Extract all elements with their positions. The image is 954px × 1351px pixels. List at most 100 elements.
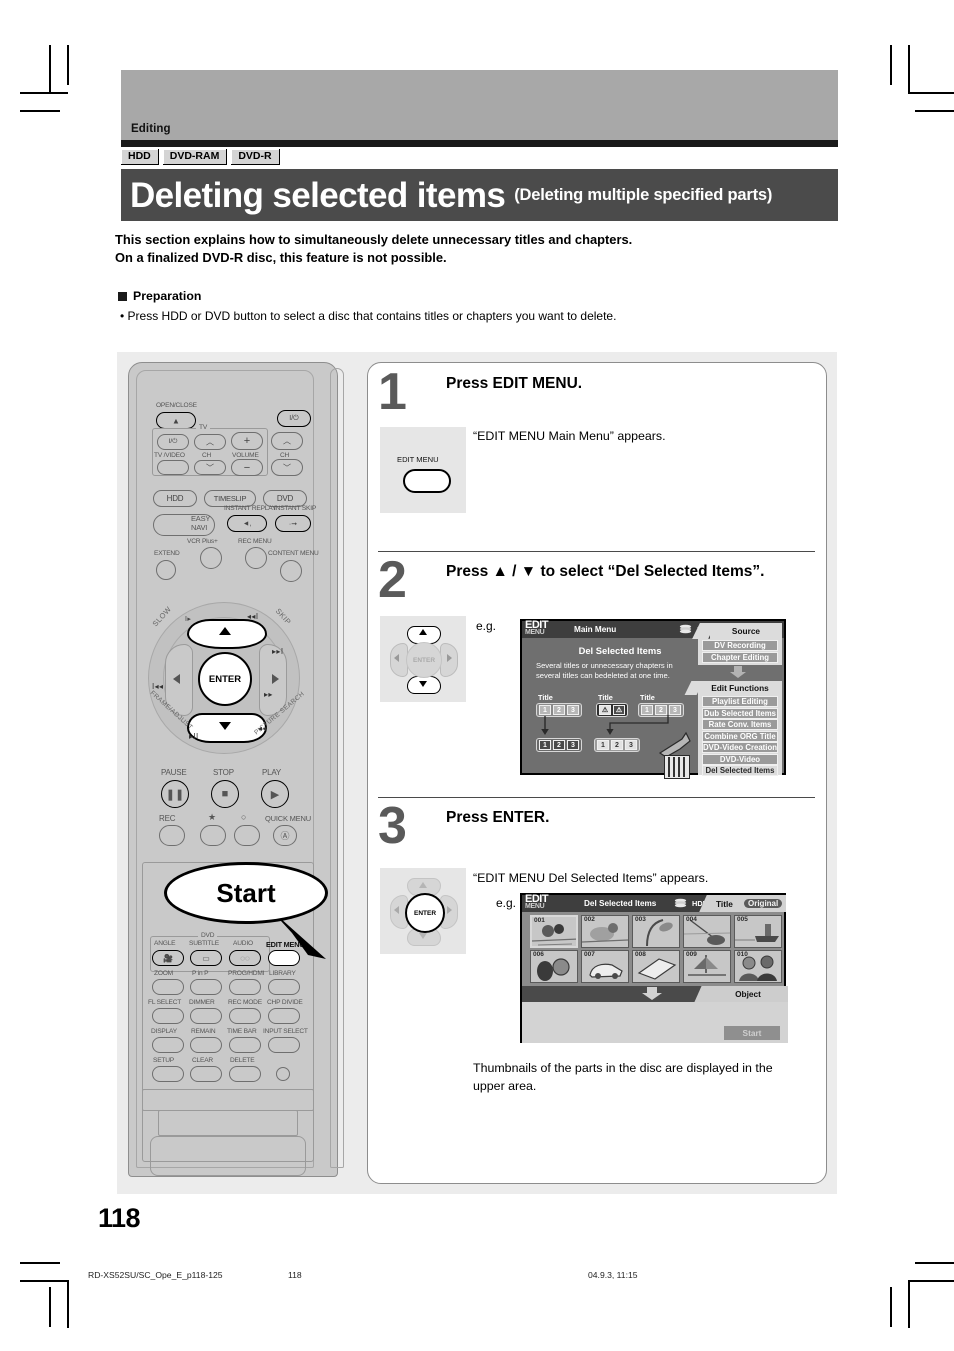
skip-back-icon: ◂◂I [247, 612, 259, 621]
thumbnail-003[interactable]: 003 [632, 915, 680, 948]
thumbnail-number: 008 [635, 951, 646, 958]
delete-button[interactable] [229, 1066, 261, 1082]
power-button[interactable]: I/⏻ [277, 410, 311, 427]
label-ch-left: CH [202, 452, 212, 459]
instant-skip-button[interactable]: ·➞ [275, 515, 311, 532]
osd-function-item-0[interactable]: Playlist Editing [702, 696, 778, 707]
hdd-button-label: HDD [166, 494, 184, 503]
zoom-button[interactable] [152, 979, 184, 995]
vcr-plus-button[interactable] [200, 547, 222, 569]
setup-button[interactable] [152, 1066, 184, 1082]
enter-key[interactable]: ENTER [405, 893, 445, 933]
enter-button[interactable]: ENTER [198, 652, 252, 706]
ch-up-button[interactable]: ︿ [271, 432, 303, 450]
unlabeled-round-button[interactable] [276, 1067, 290, 1081]
thumbnail-008[interactable]: 008 [632, 950, 680, 983]
dpad-mini-2: ENTER [390, 878, 458, 946]
osd-source-item-1[interactable]: Chapter Editing [702, 652, 778, 663]
osd-function-item-1[interactable]: Dub Selected Items [702, 707, 778, 719]
osd-function-item-6-selected[interactable]: Del Selected Items [702, 765, 778, 776]
thumbnail-007[interactable]: 007 [581, 950, 629, 983]
dpad-mini-enter[interactable]: ENTER [406, 642, 442, 678]
clear-button[interactable] [190, 1066, 222, 1082]
thumbnail-number: 007 [584, 951, 595, 958]
time-bar-button[interactable] [229, 1037, 261, 1053]
media-badge-group: HDD DVD-RAM DVD-R [121, 147, 280, 167]
p-in-p-button[interactable] [190, 979, 222, 995]
step-2-title: Press ▲ / ▼ to select “Del Selected Item… [446, 563, 765, 580]
dpad-mini: ENTER [390, 626, 458, 694]
osd-function-item-5[interactable]: DVD-Video Finalizing [702, 753, 778, 773]
open-close-button[interactable]: ▲ [156, 412, 196, 429]
extend-button[interactable] [156, 560, 176, 580]
down-arrow-icon [642, 987, 662, 1000]
dimmer-button[interactable] [190, 1008, 222, 1024]
thumbnail-009[interactable]: 009 [683, 950, 731, 983]
angle-button[interactable]: 🎥 [152, 950, 184, 966]
thumbnail-005[interactable]: 005 [734, 915, 782, 948]
tv-power-button[interactable]: I/⏻ [157, 434, 189, 450]
label-rec-menu: REC MENU [238, 538, 272, 545]
tv-ch-up-button[interactable]: ︿ [194, 434, 226, 450]
remain-button[interactable] [190, 1037, 222, 1053]
search-back-icon: ◂◂ [258, 724, 267, 733]
thumbnail-010[interactable]: 010 [734, 950, 782, 983]
label-library: LIBRARY [269, 970, 296, 977]
label-play: PLAY [262, 768, 282, 777]
label-remain: REMAIN [191, 1028, 216, 1035]
thumbnail-001[interactable]: 001 [530, 915, 578, 948]
osd-source-item-0[interactable]: DV Recording [702, 640, 778, 651]
tv-video-button[interactable] [157, 460, 189, 475]
thumbnail-002[interactable]: 002 [581, 915, 629, 948]
skip-icon: ·➞ [288, 520, 298, 528]
osd-function-item-2[interactable]: Rate Conv. Items [702, 719, 778, 730]
rec-mode-button[interactable] [229, 1008, 261, 1024]
pause-button[interactable]: ❚❚ [161, 780, 189, 808]
edit-menu-key[interactable] [403, 469, 451, 493]
media-badge-dvd-r: DVD-R [231, 149, 280, 165]
fl-select-button[interactable] [152, 1008, 184, 1024]
thumbnail-006[interactable]: 006 [530, 950, 578, 983]
osd-function-item-4[interactable]: DVD-Video Creation [702, 742, 778, 753]
instant-replay-button[interactable]: ◄, [227, 515, 267, 532]
osd-object-tab: Object [710, 989, 786, 999]
osd-start-button[interactable]: Start [724, 1026, 780, 1040]
osd-functions-tab: Edit Functions [700, 681, 780, 695]
intro-text: This section explains how to simultaneou… [115, 231, 845, 268]
circle-button[interactable] [234, 825, 260, 846]
label-dimmer: DIMMER [189, 999, 215, 1006]
osd-logo: EDIT MENU [525, 893, 549, 911]
ch-down-button[interactable]: ﹀ [271, 459, 303, 476]
subtitle-button[interactable]: ▭ [190, 950, 222, 966]
osd-title-label-2: Title [598, 693, 613, 702]
tv-volume-up-button[interactable]: + [231, 432, 263, 450]
input-select-button[interactable] [268, 1037, 300, 1053]
chip: 2 [611, 740, 623, 750]
star-button[interactable] [200, 825, 226, 846]
content-menu-button[interactable] [280, 560, 302, 582]
chevron-up-icon: ︿ [206, 437, 214, 447]
tv-volume-down-button[interactable]: − [231, 459, 263, 476]
stop-button[interactable]: ■ [211, 780, 239, 808]
osd-mode-value[interactable]: Original [744, 898, 783, 908]
osd-chip-row-result-1: 1 2 3 [536, 738, 582, 752]
osd-function-item-3[interactable]: Combine ORG Title [702, 730, 778, 742]
rec-button[interactable] [159, 825, 185, 846]
tv-ch-down-button[interactable]: ﹀ [194, 460, 226, 475]
skip-forward-icon: ▸▸I [272, 647, 284, 656]
divider-1 [378, 551, 815, 553]
library-button[interactable] [268, 979, 300, 995]
play-button[interactable]: ▶ [261, 780, 289, 808]
thumbnail-004[interactable]: 004 [683, 915, 731, 948]
rec-menu-button[interactable] [245, 547, 267, 569]
key-label-edit-menu: EDIT MENU [397, 455, 439, 464]
step-2-number: 2 [378, 551, 407, 609]
quick-menu-button[interactable]: Ⓐ [273, 825, 297, 846]
camera-icon: 🎥 [163, 953, 173, 963]
replay-icon: ◄, [242, 520, 252, 527]
chp-divide-button[interactable] [268, 1008, 300, 1024]
prog-hdmi-button[interactable] [229, 979, 261, 995]
display-button[interactable] [152, 1037, 184, 1053]
audio-button[interactable]: ◌◌ [229, 950, 261, 966]
hdd-button[interactable]: HDD [153, 490, 197, 507]
